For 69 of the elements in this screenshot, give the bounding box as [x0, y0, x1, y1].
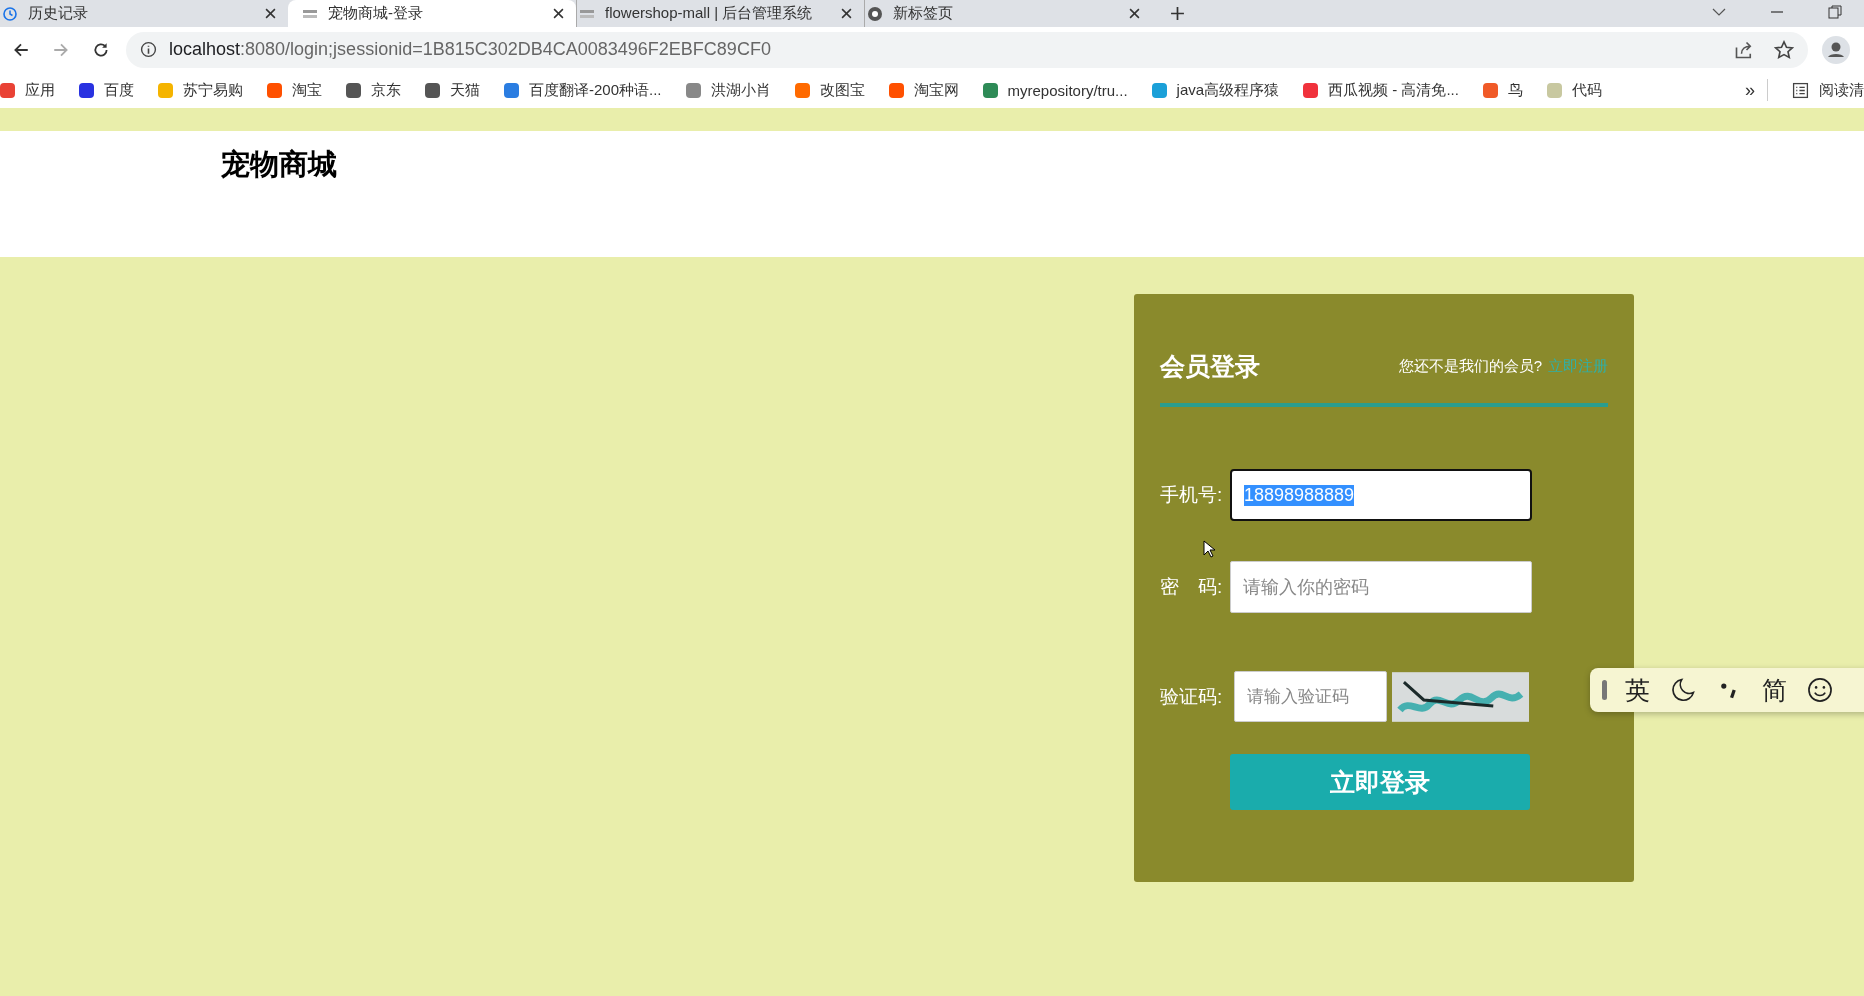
bookmark-item[interactable]: 淘宝 — [267, 80, 322, 100]
url-text: localhost:8080/login;jsessionid=1B815C302DB4CA0083496F2EBFC89CF0 — [169, 39, 771, 60]
history-icon — [2, 5, 18, 22]
bookmark-item[interactable]: 百度翻译-200种语... — [504, 80, 662, 100]
info-icon — [140, 41, 157, 58]
register-prompt: 您还不是我们的会员? — [1398, 357, 1542, 376]
tab-title: 历史记录 — [28, 4, 89, 23]
tab-title: flowershop-mall | 后台管理系统 — [605, 4, 814, 23]
bookmark-label: 京东 — [371, 80, 401, 100]
bookmark-item[interactable]: 苏宁易购 — [158, 80, 243, 100]
bookmark-label: 西瓜视频 - 高清免... — [1328, 80, 1459, 100]
new-tab-icon[interactable] — [1170, 6, 1185, 21]
profile-avatar-icon[interactable] — [1822, 35, 1850, 64]
tab-title: 宠物商城-登录 — [328, 4, 424, 23]
mouse-cursor-icon — [1203, 540, 1215, 558]
bookmark-item[interactable]: 淘宝网 — [888, 80, 959, 100]
bookmark-label: myrepository/tru... — [1007, 81, 1128, 99]
bookmark-label: 天猫 — [450, 80, 480, 100]
bookmark-item[interactable]: 天猫 — [425, 80, 480, 100]
bookmark-label: 应用 — [25, 80, 55, 100]
close-icon[interactable] — [553, 8, 564, 19]
captcha-image[interactable] — [1392, 671, 1529, 722]
bookmark-item[interactable]: 改图宝 — [794, 80, 865, 100]
reload-icon[interactable] — [92, 40, 110, 59]
bookmark-item[interactable]: 鸟 — [1482, 80, 1523, 100]
smiley-icon[interactable] — [1807, 677, 1833, 703]
field-label: 手机号: — [1160, 483, 1224, 507]
bookmark-label: 百度翻译-200种语... — [529, 80, 662, 100]
bookmark-label: java高级程序猿 — [1176, 80, 1280, 100]
bookmark-label: 淘宝网 — [913, 80, 959, 100]
bookmark-item[interactable]: 应用 — [0, 80, 55, 100]
reading-mode-label: 阅读清 — [1819, 80, 1864, 100]
star-icon[interactable] — [1774, 39, 1794, 60]
bookmark-item[interactable]: java高级程序猿 — [1151, 80, 1280, 100]
bookmark-label: 改图宝 — [819, 80, 865, 100]
bookmark-label: 鸟 — [1507, 80, 1523, 100]
field-label: 密 码: — [1160, 575, 1224, 599]
ime-language-toggle[interactable]: 英 — [1625, 673, 1650, 707]
site-title: 宠物商城 — [220, 147, 338, 182]
captcha-input-field[interactable]: 请输入验证码 — [1234, 671, 1387, 722]
close-icon[interactable] — [1129, 8, 1140, 19]
bookmark-label: 淘宝 — [292, 80, 322, 100]
bookmark-item[interactable]: 西瓜视频 - 高清免... — [1303, 80, 1459, 100]
close-icon[interactable] — [841, 8, 852, 19]
moon-icon[interactable] — [1670, 677, 1696, 703]
drag-handle-icon[interactable] — [1602, 680, 1607, 700]
list-icon — [1792, 81, 1809, 99]
bookmark-item[interactable]: 洪湖小肖 — [685, 80, 771, 100]
bookmark-item[interactable]: 百度 — [79, 80, 134, 100]
input-field[interactable]: 请输入你的密码 — [1230, 561, 1532, 613]
reading-mode-button[interactable]: 阅读清 — [1792, 80, 1864, 100]
browser-tab[interactable]: 历史记录 — [0, 0, 288, 27]
tab-title: 新标签页 — [893, 4, 954, 23]
bookmark-item[interactable]: 代码 — [1546, 80, 1602, 100]
bookmark-label: 百度 — [104, 80, 134, 100]
bookmark-item[interactable]: myrepository/tru... — [982, 81, 1128, 99]
more-bookmarks-button[interactable]: » — [1745, 79, 1755, 101]
browser-tab[interactable]: 宠物商城-登录 — [288, 0, 576, 27]
close-icon[interactable] — [265, 8, 276, 19]
ime-script-toggle[interactable]: 简 — [1762, 673, 1787, 707]
bookmark-item[interactable]: 京东 — [346, 80, 401, 100]
login-title: 会员登录 — [1160, 351, 1260, 382]
share-icon[interactable] — [1734, 39, 1754, 60]
restore-icon[interactable] — [1828, 5, 1842, 19]
bookmark-label: 洪湖小肖 — [710, 80, 771, 100]
field-label: 验证码: — [1160, 684, 1224, 709]
bookmark-label: 代码 — [1571, 80, 1602, 100]
address-bar[interactable]: localhost:8080/login;jsessionid=1B815C302DB4CA0083496F2EBFC89CF0 — [126, 31, 1808, 68]
bookmark-label: 苏宁易购 — [183, 80, 243, 100]
